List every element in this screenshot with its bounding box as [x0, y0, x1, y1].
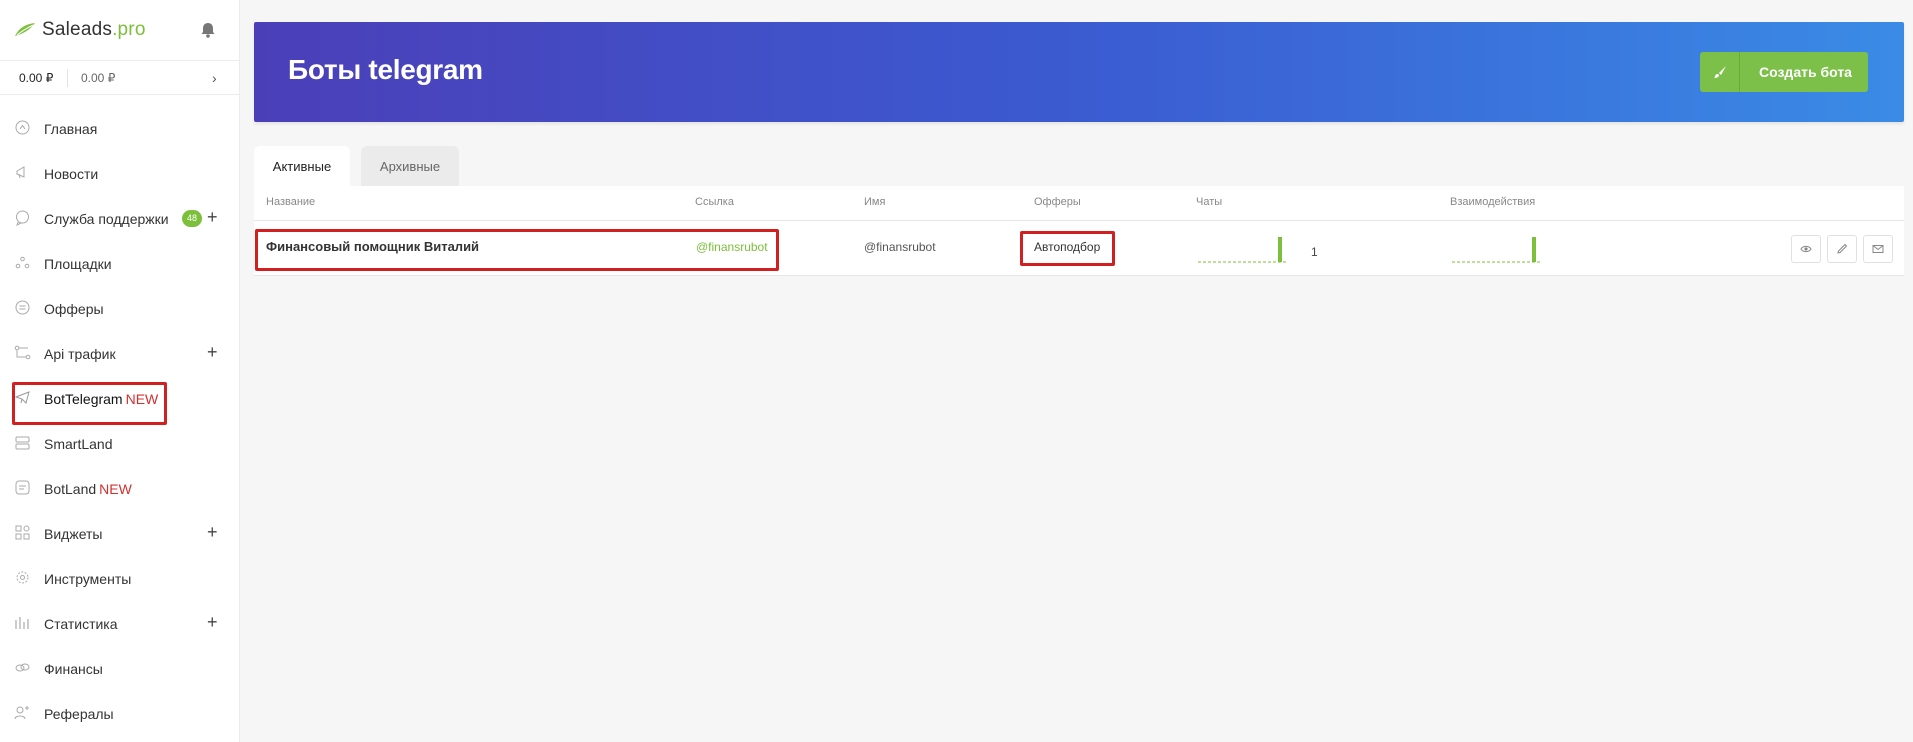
sidebar-item-botland[interactable]: BotLand NEW	[0, 466, 239, 511]
sidebar-item-label: Площадки	[44, 256, 112, 272]
coins-icon	[15, 663, 30, 672]
chevron-right-icon[interactable]: ›	[212, 70, 217, 86]
column-header-link[interactable]: Ссылка	[695, 196, 734, 208]
page-title: Боты telegram	[288, 54, 483, 85]
sidebar-item-api-traffic[interactable]: Api трафик +	[0, 331, 239, 376]
offers-icon	[15, 300, 30, 315]
sidebar-item-label: Новости	[44, 166, 99, 182]
column-header-name[interactable]: Название	[266, 196, 315, 208]
sidebar-item-home[interactable]: Главная	[0, 106, 239, 151]
sidebar-item-support[interactable]: Служба поддержки 48 +	[0, 196, 239, 241]
support-count-badge: 48	[182, 210, 202, 227]
sidebar-item-offers[interactable]: Офферы	[0, 286, 239, 331]
stats-icon	[15, 617, 29, 629]
home-icon	[15, 120, 30, 135]
view-button[interactable]	[1791, 235, 1821, 263]
column-header-chats[interactable]: Чаты	[1196, 196, 1222, 208]
sidebar-item-label: BotLand NEW	[44, 481, 132, 497]
balance-secondary: 0.00 ₽	[81, 70, 116, 85]
chats-sparkline	[1198, 237, 1286, 263]
brush-icon	[1700, 52, 1740, 92]
sidebar-item-label: Офферы	[44, 301, 104, 317]
column-header-offers[interactable]: Офферы	[1034, 196, 1081, 208]
sidebar-item-label: SmartLand	[44, 436, 113, 452]
column-header-username[interactable]: Имя	[864, 196, 885, 208]
balance-bar[interactable]: 0.00 ₽ 0.00 ₽ ›	[0, 61, 239, 95]
row-actions	[1791, 235, 1893, 263]
referrals-icon	[14, 706, 29, 720]
expand-plus-icon[interactable]: +	[207, 522, 218, 543]
sidebar: Saleads.pro 0.00 ₽ 0.00 ₽ › Главная Ново…	[0, 0, 240, 742]
bell-icon[interactable]	[198, 20, 218, 40]
envelope-icon	[1872, 245, 1884, 253]
sidebar-item-tools[interactable]: Инструменты	[0, 556, 239, 601]
sidebar-item-statistics[interactable]: Статистика +	[0, 601, 239, 646]
logo-text: Saleads.pro	[42, 19, 146, 40]
create-bot-button[interactable]: Создать бота	[1700, 52, 1868, 92]
sidebar-item-news[interactable]: Новости	[0, 151, 239, 196]
interactions-sparkline	[1452, 237, 1540, 263]
widgets-icon	[15, 525, 30, 540]
smartland-icon	[15, 436, 30, 450]
logo[interactable]: Saleads.pro	[0, 0, 239, 61]
sidebar-item-referrals[interactable]: Рефералы	[0, 691, 239, 736]
expand-plus-icon[interactable]: +	[207, 612, 218, 633]
expand-plus-icon[interactable]: +	[207, 342, 218, 363]
highlight-box-bottelegram	[12, 382, 167, 425]
create-bot-label: Создать бота	[1759, 64, 1852, 80]
column-header-interactions[interactable]: Взаимодействия	[1450, 196, 1535, 208]
page-header-banner: Боты telegram Создать бота	[254, 22, 1904, 122]
sidebar-item-finance[interactable]: Финансы	[0, 646, 239, 691]
sidebar-item-label: Рефералы	[44, 706, 114, 722]
sidebar-item-label: Api трафик	[44, 346, 116, 362]
chats-count: 1	[1311, 245, 1318, 259]
highlight-box-offers	[1020, 231, 1115, 266]
highlight-box-bot-name-link	[255, 229, 779, 271]
gear-icon	[16, 571, 29, 584]
edit-button[interactable]	[1827, 235, 1857, 263]
leaf-logo-icon	[15, 23, 35, 36]
megaphone-icon	[16, 166, 25, 179]
sidebar-item-label: Инструменты	[44, 571, 132, 587]
sidebar-item-smartland[interactable]: SmartLand	[0, 421, 239, 466]
tab-active[interactable]: Активные	[254, 146, 350, 186]
message-button[interactable]	[1863, 235, 1893, 263]
sidebar-item-sites[interactable]: Площадки	[0, 241, 239, 286]
chat-icon	[16, 210, 29, 226]
sidebar-item-label: Служба поддержки	[44, 211, 169, 227]
sidebar-item-label: Виджеты	[44, 526, 103, 542]
sidebar-item-label: Финансы	[44, 661, 103, 677]
table-header: Название Ссылка Имя Офферы Чаты Взаимоде…	[254, 186, 1904, 221]
new-tag: NEW	[99, 481, 132, 497]
sidebar-item-label: Главная	[44, 121, 98, 137]
api-icon	[14, 345, 31, 360]
sidebar-item-label: Статистика	[44, 616, 118, 632]
botland-icon	[15, 480, 30, 495]
balance-primary: 0.00 ₽	[19, 70, 54, 85]
expand-plus-icon[interactable]: +	[207, 207, 218, 228]
tab-archive[interactable]: Архивные	[361, 146, 459, 186]
bot-username: @finansrubot	[864, 240, 936, 254]
pencil-icon	[1837, 243, 1848, 254]
sites-icon	[15, 256, 30, 269]
eye-icon	[1800, 245, 1812, 253]
sidebar-item-widgets[interactable]: Виджеты +	[0, 511, 239, 556]
